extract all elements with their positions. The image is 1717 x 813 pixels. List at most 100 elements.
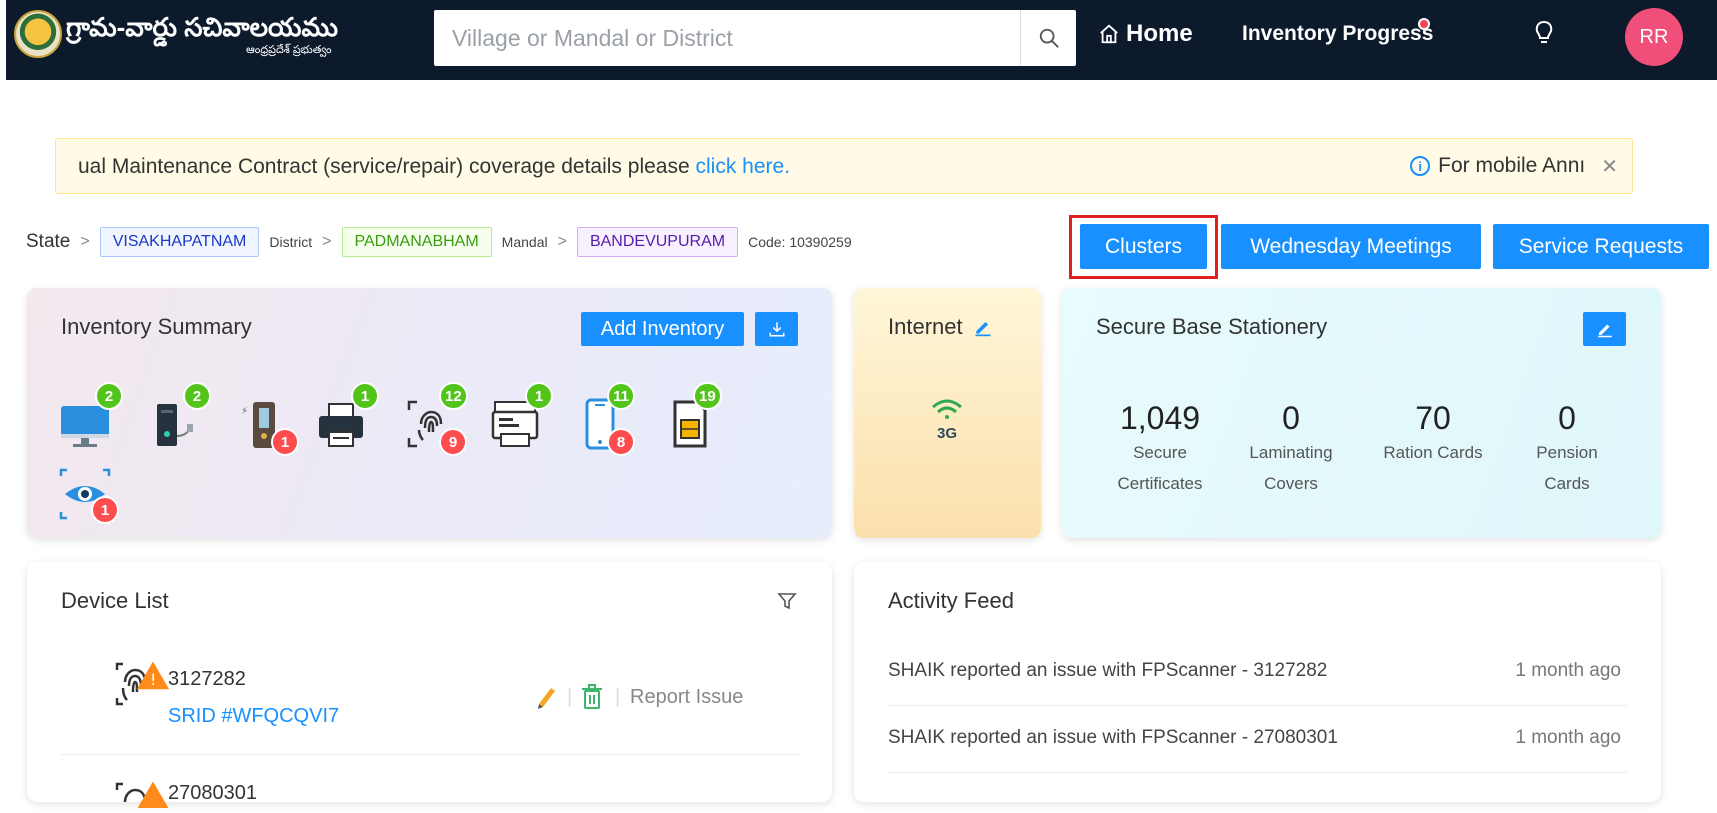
device-ok-count: 2 xyxy=(95,382,123,410)
svg-text:!: ! xyxy=(150,670,156,689)
inventory-summary-card: Inventory Summary Add Inventory 2 2 ⚡ 1 … xyxy=(27,288,832,538)
network-indicator: 3G xyxy=(926,398,968,442)
filter-icon[interactable] xyxy=(777,592,797,610)
search-input[interactable] xyxy=(434,10,1020,66)
announcement-banner: ual Maintenance Contract (service/repair… xyxy=(55,138,1633,194)
nav-home-label: Home xyxy=(1126,20,1193,47)
internet-title: Internet xyxy=(888,314,963,339)
activity-feed-card: Activity Feed SHAIK reported an issue wi… xyxy=(854,562,1661,802)
banner-right-text: For mobile Annı xyxy=(1438,154,1586,177)
edit-icon[interactable] xyxy=(973,317,993,337)
search-icon xyxy=(1039,28,1059,48)
service-requests-button[interactable]: Service Requests xyxy=(1493,224,1709,269)
district-label: District xyxy=(269,234,313,250)
fingerprint-warning-icon: ! xyxy=(115,661,170,706)
device-printer[interactable]: 1 xyxy=(313,382,379,456)
stat-value: 70 xyxy=(1415,400,1451,436)
device-fingerprint-scanner[interactable]: 12 9 xyxy=(403,382,468,456)
feed-item-text[interactable]: SHAIK reported an issue with FPScanner -… xyxy=(888,660,1327,682)
village-tag[interactable]: BANDEVUPURAM xyxy=(576,227,739,257)
device-row-fingerprint[interactable]: ! xyxy=(97,658,173,723)
download-button[interactable] xyxy=(755,312,798,346)
stat-label: Certificates xyxy=(1117,474,1203,493)
stat-value: 1,049 xyxy=(1119,400,1201,436)
edit-icon xyxy=(1597,324,1612,338)
chevron-right-icon: > xyxy=(322,233,332,250)
device-monitor[interactable]: 2 xyxy=(57,382,123,456)
device-iris-scanner[interactable]: 1 xyxy=(57,466,119,526)
device-mobile[interactable]: 11 8 xyxy=(573,382,635,456)
user-avatar[interactable]: RR xyxy=(1625,8,1683,66)
breadcrumb-state[interactable]: State xyxy=(26,231,70,253)
device-ok-count: 1 xyxy=(525,382,553,410)
fingerprint-warning-icon xyxy=(115,781,170,810)
stat-label: Laminating xyxy=(1249,443,1333,462)
feed-item-time: 1 month ago xyxy=(1515,660,1621,681)
close-icon[interactable]: ✕ xyxy=(1601,154,1618,179)
device-id: 27080301 xyxy=(168,782,257,804)
stat-value: 0 xyxy=(1282,400,1300,436)
internet-card: Internet 3G xyxy=(854,288,1041,538)
device-cpu[interactable]: 2 xyxy=(145,382,211,456)
stat-label: Secure xyxy=(1133,443,1187,462)
breadcrumb: State > VISAKHAPATNAM District > PADMANA… xyxy=(26,226,852,258)
feed-item-time: 1 month ago xyxy=(1515,727,1621,748)
search-box xyxy=(434,10,1076,66)
device-ok-count: 19 xyxy=(693,382,722,410)
banner-right: i For mobile Annı ✕ xyxy=(1402,139,1632,193)
banner-text: ual Maintenance Contract (service/repair… xyxy=(78,155,790,179)
device-ups[interactable]: ⚡ 1 xyxy=(237,396,299,456)
stat-label: Covers xyxy=(1264,474,1318,493)
mandal-label: Mandal xyxy=(501,234,548,250)
feed-divider xyxy=(888,705,1627,706)
add-inventory-button[interactable]: Add Inventory xyxy=(581,312,744,346)
pencil-icon[interactable] xyxy=(535,684,557,710)
device-ok-count: 2 xyxy=(183,382,211,410)
wifi-signal-icon xyxy=(932,399,962,419)
top-bar: గ్రామ-వార్డు సచివాలయము ఆంధ్రప్రదేశ్ ప్రభ… xyxy=(6,0,1717,80)
stat-label: Pension xyxy=(1536,443,1598,462)
device-ok-count: 1 xyxy=(351,382,379,410)
device-list-title: Device List xyxy=(61,588,169,613)
trash-icon[interactable] xyxy=(581,684,603,710)
feed-divider xyxy=(888,772,1627,773)
device-sim-card[interactable]: 19 xyxy=(661,382,722,456)
stat-label: Cards xyxy=(1544,474,1590,493)
internet-title-row: Internet xyxy=(888,314,993,340)
device-ok-count: 12 xyxy=(439,382,468,410)
search-button[interactable] xyxy=(1020,10,1076,66)
device-ok-count: 11 xyxy=(607,382,635,410)
device-faulty-count: 1 xyxy=(271,428,299,456)
secretariat-code: Code: 10390259 xyxy=(748,234,852,250)
device-multifunction-printer[interactable]: 1 xyxy=(487,382,553,456)
device-list-card: Device List ! 3127282 SRID #WFQCQVI7 | |… xyxy=(27,562,832,810)
lightbulb-icon xyxy=(1535,20,1553,43)
list-divider xyxy=(61,754,799,755)
device-faulty-count: 9 xyxy=(439,428,467,456)
divider-pipe: | xyxy=(567,686,573,708)
wednesday-meetings-button[interactable]: Wednesday Meetings xyxy=(1221,224,1481,269)
srid-link[interactable]: SRID #WFQCQVI7 xyxy=(168,705,339,728)
mandal-tag[interactable]: PADMANABHAM xyxy=(341,227,492,257)
device-id: 3127282 xyxy=(168,668,246,690)
clusters-highlight-box xyxy=(1069,215,1218,279)
nav-inventory-progress-link[interactable]: Inventory Progress xyxy=(1242,22,1433,46)
activity-feed-title: Activity Feed xyxy=(888,588,1014,613)
report-issue-link[interactable]: Report Issue xyxy=(630,686,743,709)
divider-pipe: | xyxy=(615,686,621,708)
ap-emblem-logo[interactable] xyxy=(14,10,62,58)
feed-item-text[interactable]: SHAIK reported an issue with FPScanner -… xyxy=(888,727,1338,749)
stationery-title: Secure Base Stationery xyxy=(1096,314,1328,339)
device-row-fingerprint-2[interactable] xyxy=(97,778,173,813)
stat-label: Ration Cards xyxy=(1383,443,1483,462)
stationery-edit-button[interactable] xyxy=(1583,312,1626,346)
nav-home-link[interactable]: Home xyxy=(1098,20,1193,48)
district-tag[interactable]: VISAKHAPATNAM xyxy=(99,227,260,257)
stat-laminating-covers: 0 Laminating Covers xyxy=(1226,400,1356,499)
secure-base-stationery-card: Secure Base Stationery 1,049 Secure Cert… xyxy=(1062,288,1661,538)
banner-message: ual Maintenance Contract (service/repair… xyxy=(78,155,690,178)
chevron-right-icon: > xyxy=(557,233,567,250)
tips-button[interactable] xyxy=(1533,20,1555,51)
stat-secure-certificates: 1,049 Secure Certificates xyxy=(1095,400,1225,499)
banner-link[interactable]: click here. xyxy=(696,155,791,178)
